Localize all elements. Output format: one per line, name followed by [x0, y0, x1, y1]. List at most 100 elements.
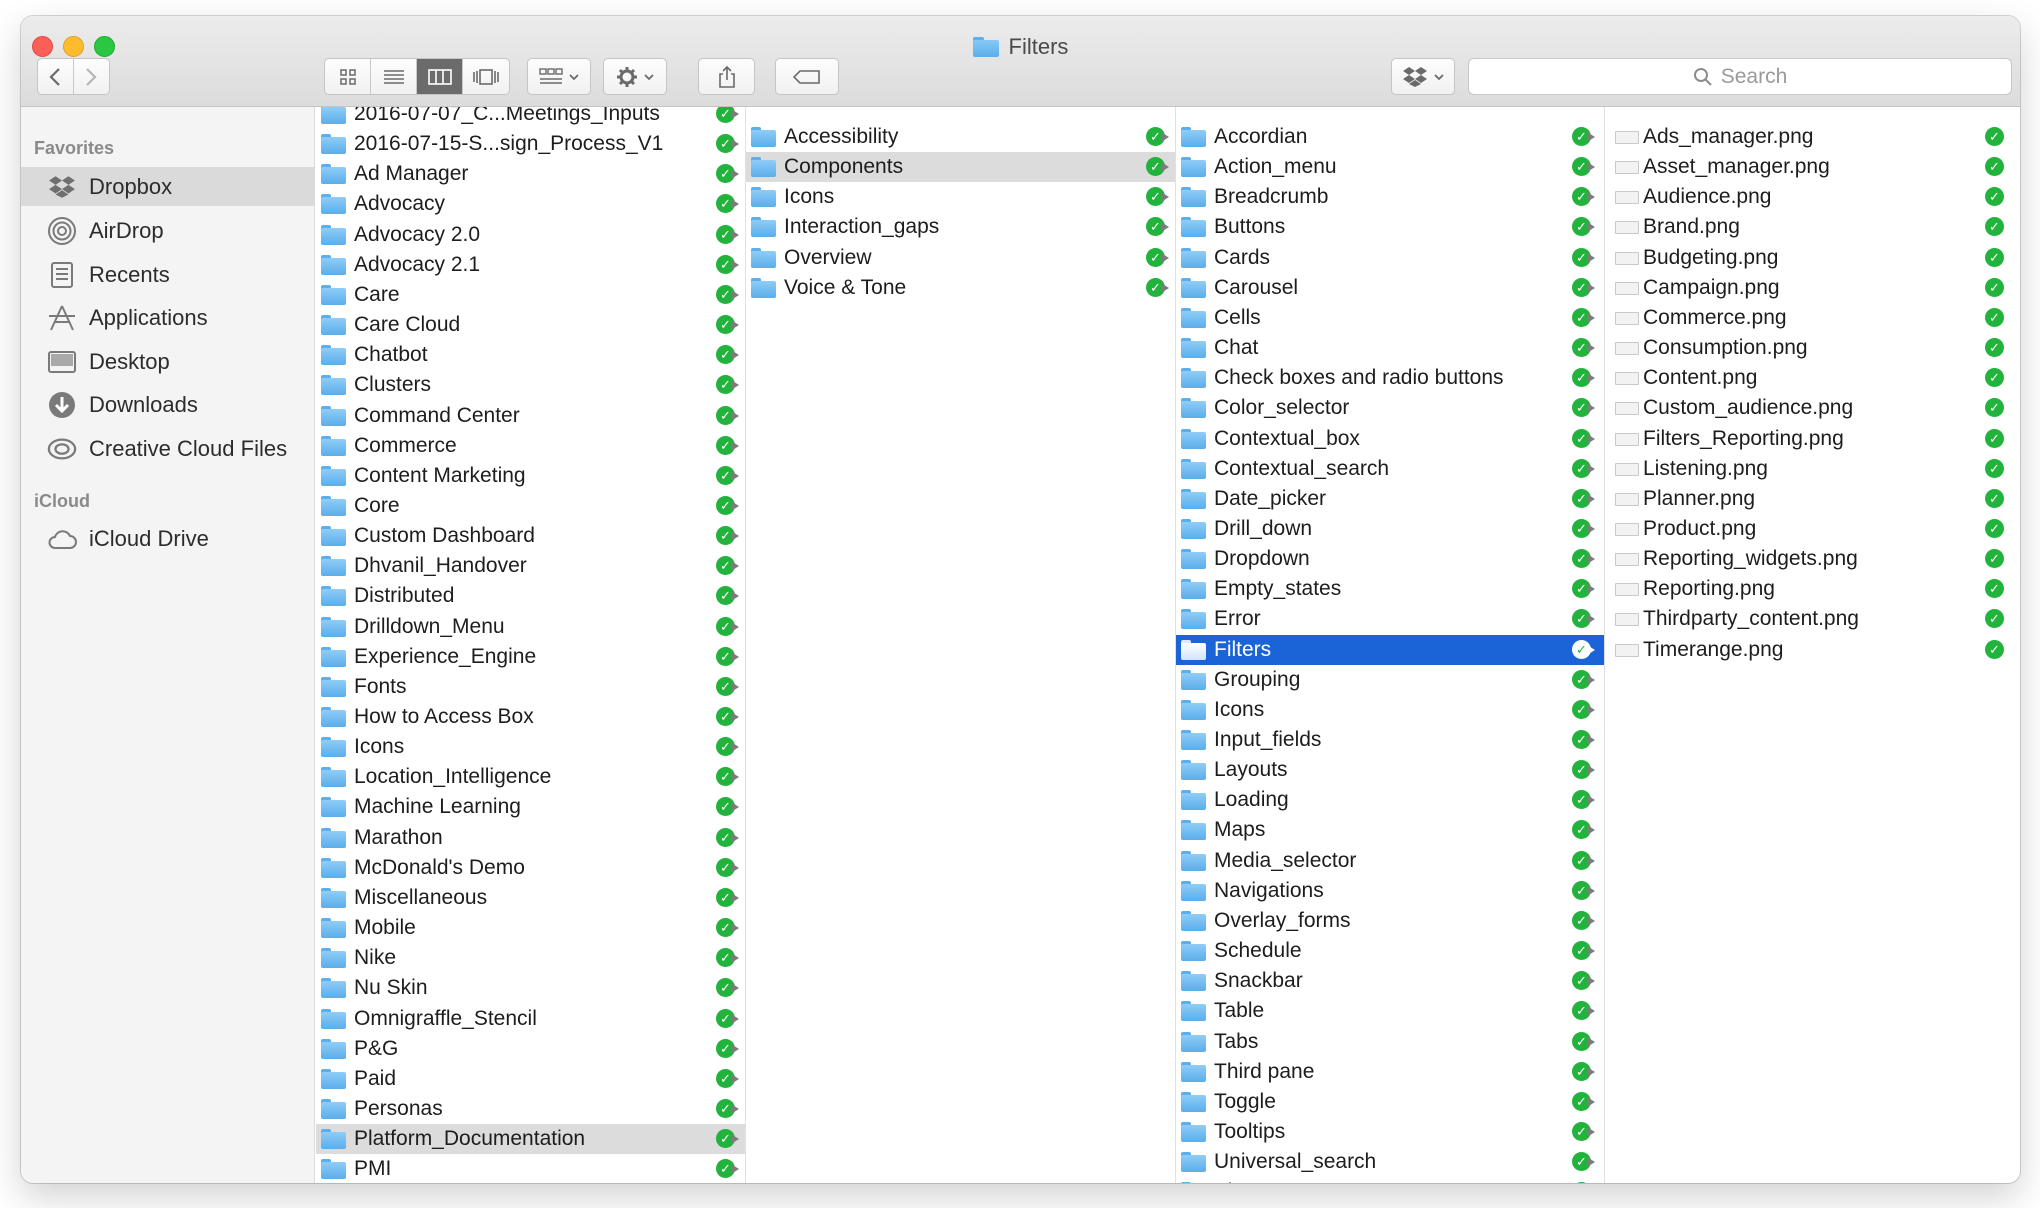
folder-row[interactable]: P&G ✓ — [316, 1034, 745, 1064]
folder-row[interactable]: Third pane ✓ — [1176, 1057, 1604, 1087]
file-row[interactable]: Custom_audience.png ✓ — [1605, 393, 2020, 423]
folder-row[interactable]: Personas ✓ — [316, 1094, 745, 1124]
file-row[interactable]: Commerce.png ✓ — [1605, 303, 2020, 333]
file-row[interactable]: Ads_manager.png ✓ — [1605, 122, 2020, 152]
folder-row[interactable]: Content Marketing ✓ — [316, 461, 745, 491]
sidebar-item-desktop[interactable]: Desktop — [21, 342, 315, 381]
folder-row[interactable]: Input_fields ✓ — [1176, 725, 1604, 755]
folder-row[interactable]: Experience_Engine ✓ — [316, 642, 745, 672]
sidebar-item-downloads[interactable]: Downloads — [21, 385, 315, 424]
file-row[interactable]: Consumption.png ✓ — [1605, 333, 2020, 363]
folder-row[interactable]: Navigations ✓ — [1176, 876, 1604, 906]
folder-row[interactable]: Core ✓ — [316, 491, 745, 521]
folder-row[interactable]: Carousel ✓ — [1176, 273, 1604, 303]
folder-row[interactable]: Tabs ✓ — [1176, 1027, 1604, 1057]
folder-row[interactable]: Dhvanil_Handover ✓ — [316, 551, 745, 581]
folder-row[interactable]: Schedule ✓ — [1176, 936, 1604, 966]
icon-view-button[interactable] — [325, 59, 371, 94]
folder-row[interactable]: Overview ✓ — [746, 243, 1175, 273]
sidebar-item-creative-cloud-files[interactable]: Creative Cloud Files — [21, 429, 315, 468]
share-button[interactable] — [698, 58, 755, 95]
folder-row[interactable]: Tooltips ✓ — [1176, 1117, 1604, 1147]
folder-row[interactable]: Mobile ✓ — [316, 913, 745, 943]
folder-row[interactable]: How to Access Box ✓ — [316, 702, 745, 732]
file-row[interactable]: Product.png ✓ — [1605, 514, 2020, 544]
back-button[interactable] — [38, 59, 74, 94]
folder-row[interactable]: Date_picker ✓ — [1176, 484, 1604, 514]
folder-row[interactable]: Icons ✓ — [746, 182, 1175, 212]
folder-row[interactable]: Commerce ✓ — [316, 431, 745, 461]
folder-row[interactable]: Ad Manager ✓ — [316, 159, 745, 189]
file-row[interactable]: Asset_manager.png ✓ — [1605, 152, 2020, 182]
folder-row[interactable]: Chatbot ✓ — [316, 340, 745, 370]
folder-row[interactable]: Nike ✓ — [316, 943, 745, 973]
folder-row[interactable]: Empty_states ✓ — [1176, 574, 1604, 604]
folder-row[interactable]: Universal_search ✓ — [1176, 1147, 1604, 1177]
folder-row[interactable]: Accordian ✓ — [1176, 122, 1604, 152]
folder-row[interactable]: Cards ✓ — [1176, 243, 1604, 273]
folder-row[interactable]: Breadcrumb ✓ — [1176, 182, 1604, 212]
file-row[interactable]: Budgeting.png ✓ — [1605, 243, 2020, 273]
folder-row[interactable]: Dropdown ✓ — [1176, 544, 1604, 574]
folder-row[interactable]: Location_Intelligence ✓ — [316, 762, 745, 792]
folder-row[interactable]: Contextual_search ✓ — [1176, 454, 1604, 484]
folder-row[interactable]: Icons ✓ — [1176, 695, 1604, 725]
sidebar-item-recents[interactable]: Recents — [21, 255, 315, 294]
column-view-button[interactable] — [417, 59, 463, 94]
folder-row[interactable]: Chat ✓ — [1176, 333, 1604, 363]
folder-row[interactable]: PMI ✓ — [316, 1154, 745, 1183]
folder-row[interactable]: Drill_down ✓ — [1176, 514, 1604, 544]
folder-row[interactable]: Platform_Documentation ✓ — [316, 1124, 745, 1155]
folder-row[interactable]: Grouping ✓ — [1176, 665, 1604, 695]
file-row[interactable]: Audience.png ✓ — [1605, 182, 2020, 212]
file-row[interactable]: Reporting_widgets.png ✓ — [1605, 544, 2020, 574]
file-row[interactable]: Listening.png ✓ — [1605, 454, 2020, 484]
sidebar-item-applications[interactable]: Applications — [21, 298, 315, 337]
folder-row[interactable]: Accessibility ✓ — [746, 122, 1175, 152]
dropbox-menu-button[interactable] — [1391, 58, 1455, 95]
folder-row[interactable]: Layouts ✓ — [1176, 755, 1604, 785]
sidebar-item-icloud-drive[interactable]: iCloud Drive — [21, 519, 315, 558]
folder-row[interactable]: Clusters ✓ — [316, 370, 745, 400]
file-row[interactable]: Thirdparty_content.png ✓ — [1605, 604, 2020, 634]
folder-row[interactable]: Fonts ✓ — [316, 672, 745, 702]
file-row[interactable]: Planner.png ✓ — [1605, 484, 2020, 514]
file-row[interactable]: Brand.png ✓ — [1605, 212, 2020, 242]
folder-row[interactable]: Check boxes and radio buttons ✓ — [1176, 363, 1604, 393]
folder-row[interactable]: Interaction_gaps ✓ — [746, 212, 1175, 242]
file-row[interactable]: Campaign.png ✓ — [1605, 273, 2020, 303]
cover-flow-button[interactable] — [463, 59, 509, 94]
folder-row[interactable]: Advocacy ✓ — [316, 189, 745, 219]
folder-row[interactable]: 2016-07-07_C...Meetings_Inputs ✓ — [316, 107, 745, 129]
sidebar-item-airdrop[interactable]: AirDrop — [21, 211, 315, 250]
list-view-button[interactable] — [371, 59, 417, 94]
folder-row[interactable]: Overlay_forms ✓ — [1176, 906, 1604, 936]
folder-row[interactable]: Contextual_box ✓ — [1176, 424, 1604, 454]
folder-row[interactable]: Buttons ✓ — [1176, 212, 1604, 242]
folder-row[interactable]: Care ✓ — [316, 280, 745, 310]
action-button[interactable] — [603, 58, 667, 95]
folder-row[interactable]: Icons ✓ — [316, 732, 745, 762]
folder-row[interactable]: Advocacy 2.1 ✓ — [316, 250, 745, 280]
forward-button[interactable] — [74, 59, 110, 94]
folder-row[interactable]: Maps ✓ — [1176, 815, 1604, 845]
folder-row[interactable]: Voice & Tone ✓ — [746, 273, 1175, 303]
folder-row[interactable]: Paid ✓ — [316, 1064, 745, 1094]
search-input[interactable]: Search — [1468, 58, 2012, 95]
folder-row[interactable]: Media_selector ✓ — [1176, 846, 1604, 876]
file-row[interactable]: Reporting.png ✓ — [1605, 574, 2020, 604]
folder-row[interactable]: Omnigraffle_Stencil ✓ — [316, 1004, 745, 1034]
folder-row[interactable]: Action_menu ✓ — [1176, 152, 1604, 182]
folder-row[interactable]: Machine Learning ✓ — [316, 792, 745, 822]
folder-row[interactable]: Filters ✓ — [1176, 634, 1604, 665]
folder-row[interactable]: Miscellaneous ✓ — [316, 883, 745, 913]
folder-row[interactable]: Error ✓ — [1176, 604, 1604, 634]
folder-row[interactable]: Components ✓ — [746, 152, 1175, 183]
tags-button[interactable] — [775, 58, 839, 95]
file-row[interactable]: Filters_Reporting.png ✓ — [1605, 424, 2020, 454]
folder-row[interactable]: Custom Dashboard ✓ — [316, 521, 745, 551]
folder-row[interactable]: Snackbar ✓ — [1176, 966, 1604, 996]
folder-row[interactable]: Advocacy 2.0 ✓ — [316, 220, 745, 250]
folder-row[interactable]: Loading ✓ — [1176, 785, 1604, 815]
folder-row[interactable]: Drilldown_Menu ✓ — [316, 612, 745, 642]
